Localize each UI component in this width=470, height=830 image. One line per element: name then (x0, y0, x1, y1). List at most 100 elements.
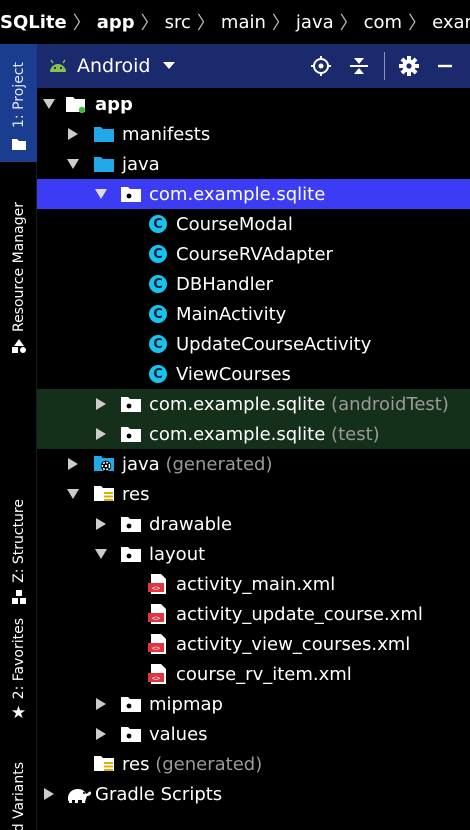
generated-folder-icon (93, 453, 115, 475)
breadcrumb: SQLite 〉 app 〉 src 〉 main 〉 java 〉 com 〉… (0, 0, 470, 44)
expanded-arrow-icon[interactable] (95, 188, 107, 200)
tree-label-class: CourseModal (176, 213, 293, 235)
tree-label-class: ViewCourses (176, 363, 291, 385)
expanded-arrow-icon[interactable] (67, 488, 79, 500)
collapsed-arrow-icon[interactable] (43, 788, 55, 800)
collapsed-arrow-icon[interactable] (95, 398, 107, 410)
locate-icon[interactable] (309, 54, 333, 78)
collapsed-arrow-icon[interactable] (67, 458, 79, 470)
tab-project-label: 1: Project (10, 62, 27, 128)
package-icon (120, 513, 142, 535)
star-icon: ★ (10, 703, 27, 724)
module-folder-icon (65, 93, 87, 115)
tab-build-variants-label: Build Variants (10, 762, 27, 830)
tree-item-layout-file[interactable]: <> activity_view_courses.xml (37, 629, 470, 659)
tree-label-class: MainActivity (176, 303, 287, 325)
breadcrumb-item-src[interactable]: src (165, 12, 191, 33)
gear-icon[interactable] (397, 54, 421, 78)
tab-resource-manager[interactable]: Resource Manager (0, 202, 37, 362)
breadcrumb-item-example[interactable]: example (432, 12, 470, 33)
tab-structure-label: Z: Structure (10, 499, 27, 583)
tool-window-strip: 1: Project Resource Manager Z: Structure… (0, 44, 37, 830)
tree-item-gradle-scripts[interactable]: Gradle Scripts (37, 779, 470, 809)
chevron-right-icon: 〉 (196, 13, 215, 34)
breadcrumb-item-app[interactable]: app (97, 12, 135, 33)
folder-icon (93, 153, 115, 175)
tree-label-class: CourseRVAdapter (176, 243, 333, 265)
tree-label-layout-file: activity_update_course.xml (176, 603, 423, 625)
tree-item-layout[interactable]: layout (37, 539, 470, 569)
tab-favorites[interactable]: 2: Favorites ★ (0, 618, 37, 728)
tree-label-package-android-test: com.example.sqlite (androidTest) (149, 393, 449, 415)
tree-item-mipmap[interactable]: mipmap (37, 689, 470, 719)
tree-label-layout-file: course_rv_item.xml (176, 663, 352, 685)
tree-item-manifests[interactable]: manifests (37, 119, 470, 149)
view-selector[interactable]: Android (77, 55, 150, 77)
header-divider (384, 52, 385, 80)
package-icon (120, 723, 142, 745)
tree-label-values: values (149, 723, 208, 745)
breadcrumb-item-sqlite[interactable]: SQLite (0, 12, 67, 33)
tree-item-class[interactable]: C CourseRVAdapter (37, 239, 470, 269)
minimize-icon[interactable] (433, 54, 457, 78)
collapsed-arrow-icon[interactable] (95, 728, 107, 740)
package-icon (120, 423, 142, 445)
tree-item-class[interactable]: C CourseModal (37, 209, 470, 239)
package-icon (120, 693, 142, 715)
tab-build-variants[interactable]: Build Variants (0, 762, 37, 830)
collapsed-arrow-icon[interactable] (95, 428, 107, 440)
tree-item-class[interactable]: C ViewCourses (37, 359, 470, 389)
tree-item-values[interactable]: values (37, 719, 470, 749)
class-icon: C (147, 243, 169, 265)
collapsed-arrow-icon[interactable] (67, 128, 79, 140)
tree-item-class[interactable]: C MainActivity (37, 299, 470, 329)
tree-item-class[interactable]: C DBHandler (37, 269, 470, 299)
class-icon: C (147, 273, 169, 295)
tree-item-package-android-test[interactable]: com.example.sqlite (androidTest) (37, 389, 470, 419)
tree-item-package-test[interactable]: com.example.sqlite (test) (37, 419, 470, 449)
resource-folder-icon (93, 483, 115, 505)
class-icon: C (147, 363, 169, 385)
folder-icon (11, 136, 27, 152)
tree-label-manifests: manifests (122, 123, 211, 145)
tree-item-layout-file[interactable]: <> activity_update_course.xml (37, 599, 470, 629)
tree-item-app[interactable]: app (37, 89, 470, 119)
tree-item-java[interactable]: java (37, 149, 470, 179)
chevron-right-icon: 〉 (140, 13, 159, 34)
expanded-arrow-icon[interactable] (95, 548, 107, 560)
xml-file-icon: <> (147, 663, 169, 685)
tree-label-package-main: com.example.sqlite (149, 183, 326, 205)
expanded-arrow-icon[interactable] (67, 158, 79, 170)
breadcrumb-item-main[interactable]: main (221, 12, 266, 33)
tree-item-layout-file[interactable]: <> course_rv_item.xml (37, 659, 470, 689)
collapsed-arrow-icon[interactable] (95, 698, 107, 710)
tree-item-layout-file[interactable]: <> activity_main.xml (37, 569, 470, 599)
collapsed-arrow-icon[interactable] (95, 518, 107, 530)
tree-label-res-generated: res (generated) (122, 753, 263, 775)
collapse-all-icon[interactable] (347, 54, 371, 78)
tree-item-class[interactable]: C UpdateCourseActivity (37, 329, 470, 359)
tree-label-app: app (95, 93, 133, 115)
tree-label-layout: layout (149, 543, 206, 565)
breadcrumb-item-com[interactable]: com (364, 12, 402, 33)
tree-label-class: DBHandler (176, 273, 274, 295)
breadcrumb-item-java[interactable]: java (296, 12, 334, 33)
chevron-right-icon: 〉 (339, 13, 358, 34)
package-icon (120, 183, 142, 205)
tree-item-drawable[interactable]: drawable (37, 509, 470, 539)
tree-item-res-generated[interactable]: res (generated) (37, 749, 470, 779)
tab-favorites-label: 2: Favorites (10, 618, 27, 700)
gradle-elephant-icon (65, 783, 91, 805)
tree-item-package-main[interactable]: com.example.sqlite (37, 179, 470, 209)
expanded-arrow-icon[interactable] (43, 98, 55, 110)
tree-item-res[interactable]: res (37, 479, 470, 509)
svg-text:<>: <> (152, 585, 160, 593)
xml-file-icon: <> (147, 633, 169, 655)
tree-label-drawable: drawable (149, 513, 233, 535)
chevron-down-icon[interactable] (162, 61, 176, 71)
tab-structure[interactable]: Z: Structure (0, 499, 37, 604)
class-icon: C (147, 213, 169, 235)
tab-project[interactable]: 1: Project (0, 44, 37, 162)
tree-item-java-generated[interactable]: java (generated) (37, 449, 470, 479)
structure-icon (11, 589, 27, 605)
